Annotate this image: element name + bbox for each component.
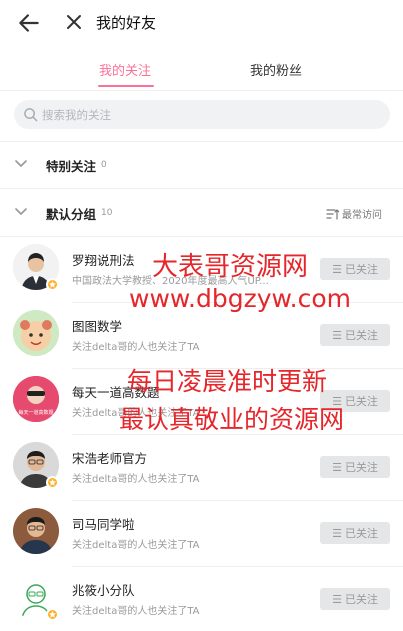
list-item[interactable]: 每天一道高数题 每天一道高数题 关注delta哥的人也关注了TA ☰ 已关注 <box>0 368 403 434</box>
menu-icon: ☰ <box>332 460 342 474</box>
followed-button[interactable]: ☰ 已关注 <box>320 522 390 544</box>
user-description: 关注delta哥的人也关注了TA <box>72 342 200 353</box>
user-description: 中国政法大学教授、2020年度最高人气UP... <box>72 276 269 287</box>
followed-button[interactable]: ☰ 已关注 <box>320 324 390 346</box>
list-item[interactable]: 兆筱小分队 关注delta哥的人也关注了TA ☰ 已关注 <box>0 566 403 631</box>
sort-label: 最常访问 <box>342 210 382 221</box>
followed-label: 已关注 <box>344 395 378 408</box>
close-icon[interactable] <box>62 10 86 34</box>
tab-bar: 我的关注 我的粉丝 <box>0 52 403 90</box>
user-name[interactable]: 兆筱小分队 <box>72 580 135 599</box>
verified-badge-icon <box>46 476 59 489</box>
menu-icon: ☰ <box>332 394 342 408</box>
tab-following[interactable]: 我的关注 <box>99 60 151 79</box>
verified-badge-icon <box>46 278 59 291</box>
user-description: 关注delta哥的人也关注了TA <box>72 606 200 617</box>
menu-icon: ☰ <box>332 592 342 606</box>
avatar-caption: 每天一道高数题 <box>18 410 54 416</box>
avatar[interactable]: 每天一道高数题 <box>13 376 59 422</box>
menu-icon: ☰ <box>332 526 342 540</box>
sort-icon <box>326 208 339 220</box>
divider <box>0 90 403 91</box>
menu-icon: ☰ <box>332 262 342 276</box>
group-special[interactable]: 特别关注 0 <box>0 142 403 188</box>
user-name[interactable]: 司马同学啦 <box>72 514 135 533</box>
tab-followers[interactable]: 我的粉丝 <box>250 60 302 79</box>
user-name[interactable]: 罗翔说刑法 <box>72 250 135 269</box>
active-tab-indicator <box>98 85 154 87</box>
list-item[interactable]: 图图数学 关注delta哥的人也关注了TA ☰ 已关注 <box>0 302 403 368</box>
list-item[interactable]: 罗翔说刑法 中国政法大学教授、2020年度最高人气UP... ☰ 已关注 <box>0 236 403 302</box>
user-name[interactable]: 每天一道高数题 <box>72 382 160 401</box>
back-arrow-icon[interactable] <box>16 10 42 36</box>
verified-badge-icon <box>46 608 59 621</box>
page-title: 我的好友 <box>96 14 157 32</box>
followed-label: 已关注 <box>344 527 378 540</box>
top-bar: 我的好友 <box>0 0 403 46</box>
group-count: 10 <box>101 208 113 218</box>
group-count: 0 <box>101 160 107 170</box>
user-description: 关注delta哥的人也关注了TA <box>72 474 200 485</box>
user-description: 关注delta哥的人也关注了TA <box>72 408 200 419</box>
divider <box>0 188 403 189</box>
group-default[interactable]: 默认分组 10 最常访问 <box>0 190 403 236</box>
followed-label: 已关注 <box>344 263 378 276</box>
search-icon <box>24 108 38 122</box>
sort-button[interactable]: 最常访问 <box>326 206 382 221</box>
group-name: 特别关注 <box>46 159 97 174</box>
avatar[interactable] <box>13 508 59 554</box>
followed-label: 已关注 <box>344 329 378 342</box>
chevron-down-icon <box>15 208 27 215</box>
menu-icon: ☰ <box>332 328 342 342</box>
followed-label: 已关注 <box>344 461 378 474</box>
chevron-down-icon <box>15 160 27 167</box>
followed-button[interactable]: ☰ 已关注 <box>320 390 390 412</box>
followed-button[interactable]: ☰ 已关注 <box>320 258 390 280</box>
user-name[interactable]: 图图数学 <box>72 316 122 335</box>
search-placeholder: 搜索我的关注 <box>42 108 111 122</box>
list-item[interactable]: 司马同学啦 关注delta哥的人也关注了TA ☰ 已关注 <box>0 500 403 566</box>
user-name[interactable]: 宋浩老师官方 <box>72 448 147 467</box>
followed-button[interactable]: ☰ 已关注 <box>320 588 390 610</box>
followed-label: 已关注 <box>344 593 378 606</box>
avatar[interactable] <box>13 310 59 356</box>
search-input[interactable]: 搜索我的关注 <box>14 100 390 129</box>
group-name: 默认分组 <box>46 207 97 222</box>
user-description: 关注delta哥的人也关注了TA <box>72 540 200 551</box>
followed-button[interactable]: ☰ 已关注 <box>320 456 390 478</box>
list-item[interactable]: 宋浩老师官方 关注delta哥的人也关注了TA ☰ 已关注 <box>0 434 403 500</box>
